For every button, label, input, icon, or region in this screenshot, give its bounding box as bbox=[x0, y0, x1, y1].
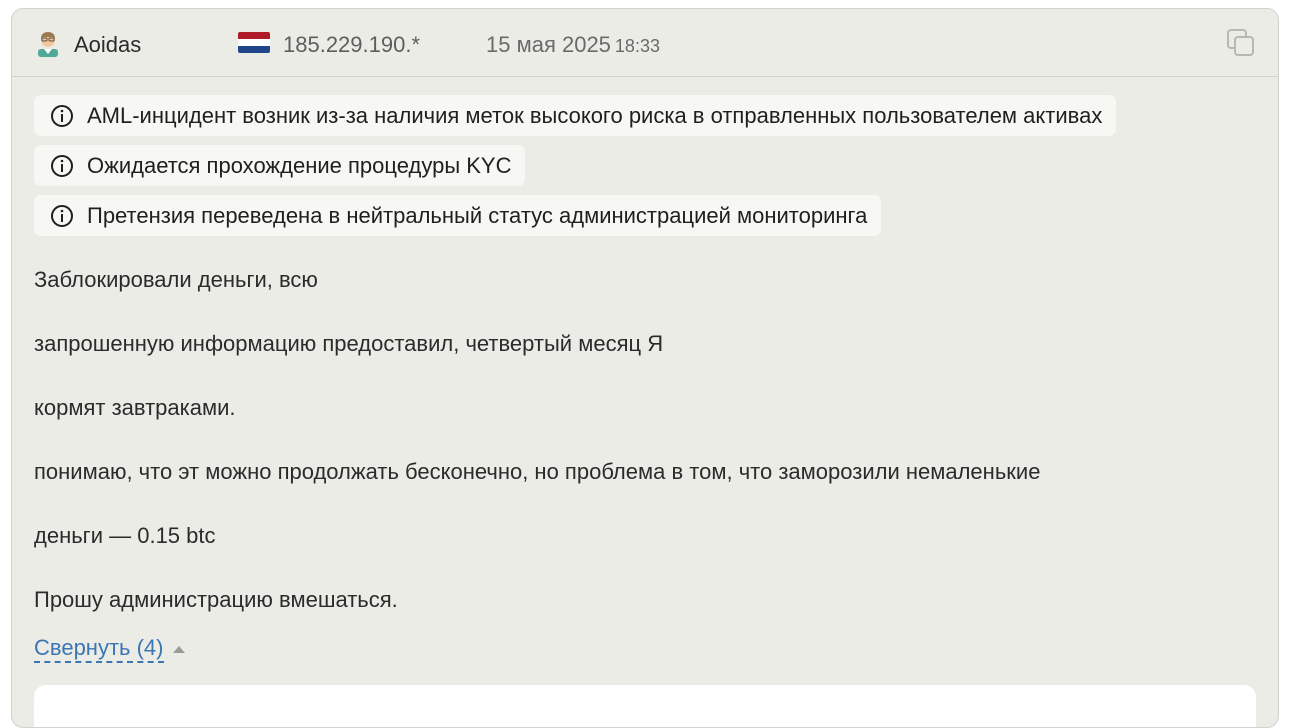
flag-stripe-blue bbox=[238, 46, 270, 53]
collapse-toggle[interactable]: Свернуть (4) bbox=[34, 635, 186, 663]
status-tag-text: Претензия переведена в нейтральный стату… bbox=[87, 202, 868, 228]
post-paragraph: Заблокировали деньги, всю bbox=[34, 267, 318, 292]
flag-stripe-white bbox=[238, 39, 270, 46]
author-name[interactable]: Aoidas bbox=[74, 32, 141, 58]
post-paragraph: кормят завтраками. bbox=[34, 395, 236, 420]
collapse-link[interactable]: Свернуть (4) bbox=[34, 635, 164, 663]
flag-stripe-red bbox=[238, 32, 270, 39]
ip-address: 185.229.190.* bbox=[283, 32, 421, 57]
info-circle-icon bbox=[51, 204, 73, 227]
triangle-up-icon[interactable] bbox=[172, 644, 186, 654]
complaint-post-card: Aoidas 185.229.190.* 15 мая 2025 18:33 AM… bbox=[11, 8, 1279, 728]
info-circle-icon bbox=[51, 154, 73, 177]
status-tag: AML-инцидент возник из-за наличия меток … bbox=[34, 95, 1117, 136]
post-date: 15 мая 2025 18:33 bbox=[486, 32, 660, 58]
reply-panel[interactable] bbox=[34, 685, 1256, 727]
post-header: Aoidas 185.229.190.* 15 мая 2025 18:33 bbox=[12, 9, 1278, 77]
post-body: Заблокировали деньги, всю запрошенную ин… bbox=[34, 265, 1254, 649]
status-tags: AML-инцидент возник из-за наличия меток … bbox=[34, 95, 1117, 245]
copy-icon[interactable] bbox=[1225, 27, 1257, 59]
status-tag-text: Ожидается прохождение процедуры KYC bbox=[87, 152, 512, 178]
info-circle-icon bbox=[51, 104, 73, 127]
status-tag: Ожидается прохождение процедуры KYC bbox=[34, 145, 526, 186]
status-tag: Претензия переведена в нейтральный стату… bbox=[34, 195, 882, 236]
country-flag-icon bbox=[238, 32, 270, 53]
status-tag-text: AML-инцидент возник из-за наличия меток … bbox=[87, 102, 1103, 128]
post-paragraph: деньги — 0.15 btc bbox=[34, 523, 216, 548]
post-paragraph: понимаю, что эт можно продолжать бесконе… bbox=[34, 459, 1041, 484]
post-time: 18:33 bbox=[614, 36, 660, 56]
post-paragraph: запрошенную информацию предоставил, четв… bbox=[34, 331, 664, 356]
post-paragraph: Прошу администрацию вмешаться. bbox=[34, 587, 398, 612]
post-date-value: 15 мая 2025 bbox=[486, 32, 611, 57]
user-avatar-icon bbox=[38, 32, 58, 57]
